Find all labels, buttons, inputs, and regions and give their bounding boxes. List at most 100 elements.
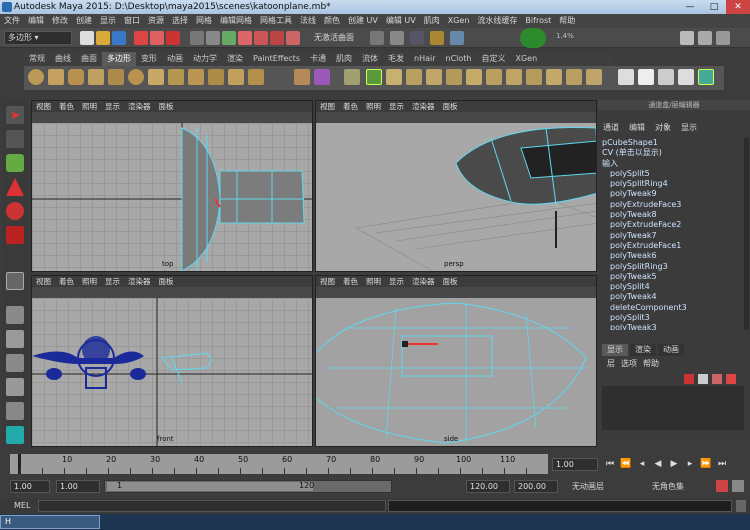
cb-menu-channels[interactable]: 通道 [598,122,624,134]
select-by-object-icon[interactable] [150,31,164,45]
channel-box-scrollbar[interactable] [744,138,749,330]
automatic-mapping-icon[interactable] [698,69,714,85]
playback-end-field[interactable]: 120.00 [466,480,510,493]
layer-menu-help[interactable]: 帮助 [640,358,662,370]
poly-sphere-icon[interactable] [28,69,44,85]
animation-preferences-icon[interactable] [732,480,744,492]
step-forward-key-icon[interactable]: ⏩ [700,458,712,470]
persp-hypershade-layout-icon[interactable] [6,402,24,420]
layer-menu-layers[interactable]: 层 [604,358,618,370]
menu-edit-uv[interactable]: 编辑 UV [382,14,420,28]
lasso-tool-icon[interactable] [6,130,24,148]
fill-hole-icon[interactable] [446,69,462,85]
menu-display[interactable]: 显示 [96,14,120,28]
viewport-side[interactable]: 视图 着色 照明 显示 渲染器 面板 side [315,275,597,447]
mask-curves-icon[interactable] [222,31,236,45]
open-scene-icon[interactable] [96,31,110,45]
go-to-start-icon[interactable]: ⏮ [604,458,616,470]
vp-menu-view[interactable]: 视图 [316,276,339,287]
auto-key-icon[interactable] [716,480,728,492]
scale-tool-icon[interactable] [6,226,24,244]
maximize-button[interactable]: □ [702,0,726,14]
input-node[interactable]: polyTweak4 [602,292,742,302]
range-slider-handle[interactable] [107,482,313,491]
menu-edit-mesh[interactable]: 编辑网格 [216,14,256,28]
input-node[interactable]: polyTweak9 [602,189,742,199]
menu-pipeline-cache[interactable]: 流水线缓存 [473,14,521,28]
cv-note[interactable]: CV (单击以显示) [602,148,742,158]
vp-menu-panels[interactable]: 面板 [155,276,178,287]
vp-menu-renderer[interactable]: 渲染器 [124,276,155,287]
select-by-component-icon[interactable] [166,31,180,45]
poly-cone-icon[interactable] [88,69,104,85]
command-input[interactable] [38,500,386,512]
vp-menu-renderer[interactable]: 渲染器 [408,276,439,287]
vp-menu-shading[interactable]: 着色 [55,101,78,112]
menu-create[interactable]: 创建 [72,14,96,28]
cb-menu-object[interactable]: 对象 [650,122,676,134]
vp-menu-renderer[interactable]: 渲染器 [124,101,155,112]
menu-modify[interactable]: 修改 [48,14,72,28]
input-node[interactable]: polySplit4 [602,282,742,292]
append-polygon-icon[interactable] [506,69,522,85]
move-layer-down-icon[interactable] [726,374,736,384]
time-slider[interactable]: 10 20 30 40 50 60 70 80 90 100 110 [10,454,548,474]
input-node[interactable]: polySplitRing3 [602,262,742,272]
poly-platonic-icon[interactable] [248,69,264,85]
menu-help[interactable]: 帮助 [555,14,579,28]
shelf-tab-fluids[interactable]: 流体 [357,52,383,66]
single-perspective-layout-icon[interactable] [6,306,24,324]
spherical-mapping-icon[interactable] [678,69,694,85]
vp-menu-panels[interactable]: 面板 [439,276,462,287]
cb-menu-show[interactable]: 显示 [676,122,702,134]
input-node[interactable]: polySplit5 [602,169,742,179]
shelf-tab-nhair[interactable]: nHair [409,52,441,66]
mask-handles-icon[interactable] [190,31,204,45]
close-button[interactable]: ✕ [726,0,750,14]
taskbar-maya-item[interactable]: H [0,515,100,529]
vp-menu-lighting[interactable]: 照明 [78,101,101,112]
script-editor-icon[interactable] [736,500,746,512]
extrude-icon[interactable] [466,69,482,85]
poly-soccer-ball-icon[interactable] [228,69,244,85]
render-frame-icon[interactable] [410,31,424,45]
select-tool-icon[interactable]: ➤ [6,106,24,124]
vp-menu-view[interactable]: 视图 [32,276,55,287]
menu-mesh-tools[interactable]: 网格工具 [256,14,296,28]
shelf-tab-rendering[interactable]: 渲染 [222,52,248,66]
vp-menu-panels[interactable]: 面板 [439,101,462,112]
shelf-tab-polygons[interactable]: 多边形 [102,52,136,66]
new-layer-icon[interactable] [684,374,694,384]
input-node[interactable]: polySplit3 [602,313,742,323]
menu-file[interactable]: 文件 [0,14,24,28]
combine-icon[interactable] [294,69,310,85]
viewport-persp[interactable]: 视图 着色 照明 显示 渲染器 面板 persp [315,100,597,272]
viewport-toolbar[interactable] [316,287,596,298]
input-node[interactable]: deleteComponent3 [602,303,742,313]
anim-layer-dropdown[interactable]: 无动画层 [572,481,604,492]
vp-menu-lighting[interactable]: 照明 [362,101,385,112]
step-back-key-icon[interactable]: ⏪ [620,458,632,470]
menu-bifrost[interactable]: Bifrost [521,14,555,28]
move-tool-icon[interactable] [6,178,24,196]
vp-menu-panels[interactable]: 面板 [155,101,178,112]
shelf-tab-xgen[interactable]: XGen [510,52,542,66]
vp-menu-show[interactable]: 显示 [101,101,124,112]
start-time-field[interactable]: 1.00 [10,480,50,493]
play-backwards-icon[interactable]: ◀ [652,458,664,470]
offset-edge-loop-icon[interactable] [566,69,582,85]
shelf-tab-custom[interactable]: 自定义 [476,52,510,66]
input-node[interactable]: polyExtrudeFace1 [602,241,742,251]
menu-muscle[interactable]: 肌肉 [420,14,444,28]
rotate-tool-icon[interactable] [6,202,24,220]
layer-tab-anim[interactable]: 动画 [658,344,684,356]
show-attribute-editor-icon[interactable] [680,31,694,45]
vp-menu-show[interactable]: 显示 [101,276,124,287]
render-settings-icon[interactable] [450,31,464,45]
planar-mapping-icon[interactable] [638,69,654,85]
vp-menu-view[interactable]: 视图 [316,101,339,112]
vp-menu-lighting[interactable]: 照明 [362,276,385,287]
layer-menu-options[interactable]: 选项 [618,358,640,370]
character-set-dropdown[interactable]: 无角色集 [652,481,684,492]
save-scene-icon[interactable] [112,31,126,45]
